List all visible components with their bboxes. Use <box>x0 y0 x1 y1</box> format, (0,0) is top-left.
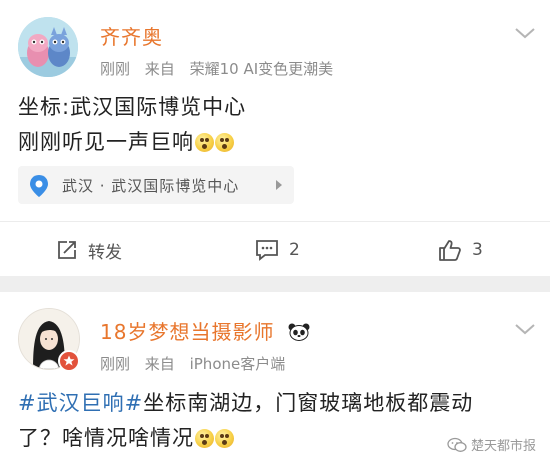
username-text: 18岁梦想当摄影师 <box>100 320 275 344</box>
badge-star-icon <box>63 355 75 366</box>
divider <box>0 221 550 222</box>
post-text-line-2: 了？啥情况啥情况 <box>18 421 473 456</box>
comment-button[interactable]: 2 <box>255 236 300 264</box>
panda-badge-icon <box>288 322 310 341</box>
avatar[interactable] <box>18 17 78 77</box>
surprised-emoji-icon <box>215 133 234 152</box>
arrow-right-icon <box>276 180 282 190</box>
thumbs-up-icon <box>439 240 461 261</box>
panda-icon <box>288 323 310 341</box>
post-text-line: 坐标:武汉国际博览中心 <box>18 95 247 119</box>
like-count: 3 <box>472 240 483 260</box>
location-label: 武汉 · 武汉国际博览中心 <box>62 177 240 195</box>
post-text-line-content: 刚刚听见一声巨响 <box>18 130 194 154</box>
watermark-text: 楚天都市报 <box>470 439 536 454</box>
post-card: 齐齐奥 刚刚 来自 荣耀10 AI变色更潮美 坐标:武汉国际博览中心 刚刚听见一… <box>0 0 550 276</box>
chevron-down-icon[interactable] <box>514 322 536 336</box>
surprised-emoji-icon <box>195 429 214 448</box>
source-prefix: 来自 <box>144 355 175 373</box>
location-tag[interactable]: 武汉 · 武汉国际博览中心 <box>18 166 294 204</box>
post-source[interactable]: 荣耀10 AI变色更潮美 <box>190 60 334 78</box>
verified-badge-icon <box>58 350 80 372</box>
wechat-icon <box>447 437 467 452</box>
post-meta: 刚刚 来自 iPhone客户端 <box>100 353 285 374</box>
comment-count: 2 <box>289 240 300 260</box>
topic-link[interactable]: #武汉巨响# <box>18 391 143 415</box>
post-text: 坐标:武汉国际博览中心 刚刚听见一声巨响 <box>18 90 246 160</box>
post-text-line: #武汉巨响#坐标南湖边，门窗玻璃地板都震动 <box>18 386 473 421</box>
post-text-line-2: 刚刚听见一声巨响 <box>18 125 246 160</box>
post-card: 18岁梦想当摄影师 刚刚 来自 iPhone客户端 #武汉巨响#坐标南湖边，门窗… <box>0 292 550 464</box>
watermark: 楚天都市报 <box>447 435 536 454</box>
source-prefix: 来自 <box>144 60 175 78</box>
repost-button[interactable]: 转发 <box>56 236 122 264</box>
chevron-down-icon[interactable] <box>514 26 536 40</box>
repost-label: 转发 <box>88 242 122 263</box>
post-text-line-content: 了？啥情况啥情况 <box>18 426 194 450</box>
surprised-emoji-icon <box>215 429 234 448</box>
surprised-emoji-icon <box>195 133 214 152</box>
post-text-line-content: 坐标南湖边，门窗玻璃地板都震动 <box>143 391 474 415</box>
post-time: 刚刚 <box>100 60 131 78</box>
username[interactable]: 齐齐奥 <box>100 21 163 50</box>
post-source[interactable]: iPhone客户端 <box>190 355 286 373</box>
like-button[interactable]: 3 <box>438 236 483 264</box>
location-pin-icon <box>30 175 48 197</box>
comment-icon <box>256 240 278 261</box>
avatar-figures-icon <box>18 17 78 77</box>
repost-icon <box>58 241 76 259</box>
post-time: 刚刚 <box>100 355 131 373</box>
post-text: #武汉巨响#坐标南湖边，门窗玻璃地板都震动 了？啥情况啥情况 <box>18 386 473 456</box>
post-meta: 刚刚 来自 荣耀10 AI变色更潮美 <box>100 58 333 79</box>
username[interactable]: 18岁梦想当摄影师 <box>100 316 310 345</box>
